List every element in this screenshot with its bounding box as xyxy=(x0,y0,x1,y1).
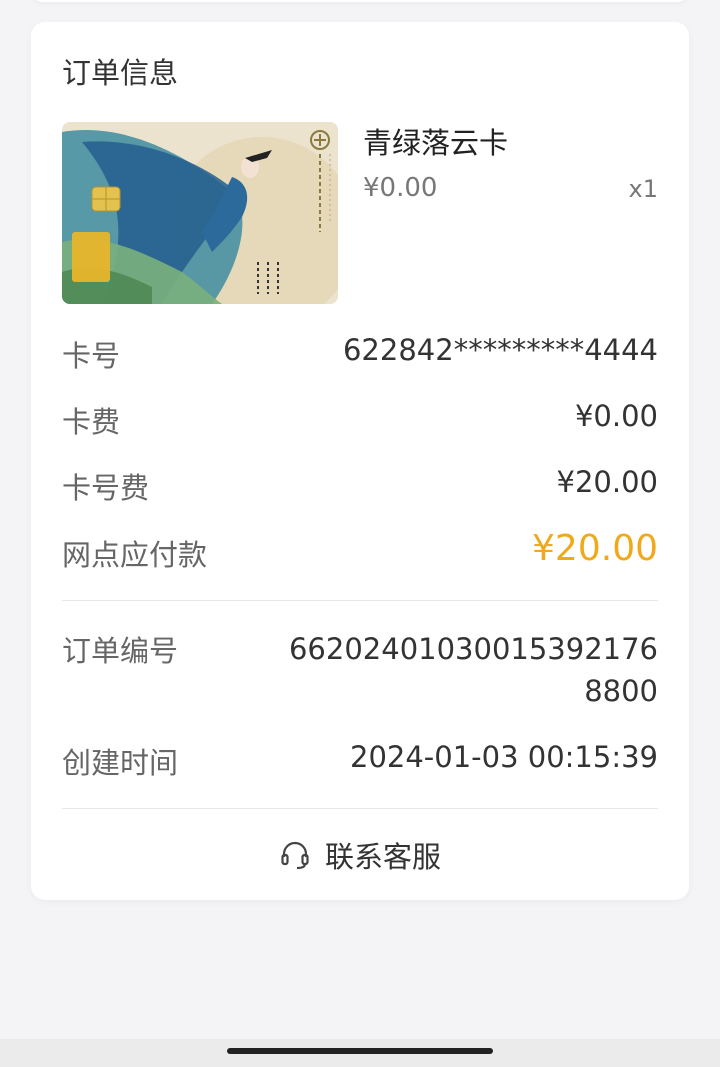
card-number-row: 卡号 622842*********4444 xyxy=(62,333,658,373)
amount-due-value: ¥20.00 xyxy=(532,528,658,569)
divider xyxy=(62,808,658,809)
contact-support-button[interactable]: 联系客服 xyxy=(31,832,689,878)
order-number-label: 订单编号 xyxy=(62,634,179,668)
divider xyxy=(62,600,658,601)
headset-icon xyxy=(279,839,311,871)
created-time-label: 创建时间 xyxy=(62,746,179,780)
bank-card-image xyxy=(62,122,338,304)
amount-due-label: 网点应付款 xyxy=(62,538,208,572)
product-name: 青绿落云卡 xyxy=(363,126,509,160)
card-fee-label: 卡费 xyxy=(62,405,121,439)
home-indicator[interactable] xyxy=(227,1048,493,1054)
card-fee-row: 卡费 ¥0.00 xyxy=(62,399,658,439)
created-time-row: 创建时间 2024-01-03 00:15:39 xyxy=(62,740,658,780)
previous-card xyxy=(31,0,689,2)
order-number-value: 662024010300153921768800 xyxy=(288,632,658,708)
contact-support-label: 联系客服 xyxy=(324,840,441,874)
section-title: 订单信息 xyxy=(62,56,179,90)
amount-due-row: 网点应付款 ¥20.00 xyxy=(62,528,658,572)
card-number-label: 卡号 xyxy=(62,339,121,373)
order-info-card: 订单信息 青绿落云卡 ¥0.00 x1 卡号 622842*********44… xyxy=(31,22,689,900)
number-fee-value: ¥20.00 xyxy=(556,465,658,499)
product-quantity: x1 xyxy=(628,175,658,203)
card-number-value: 622842*********4444 xyxy=(342,333,658,367)
number-fee-row: 卡号费 ¥20.00 xyxy=(62,465,658,505)
product-price: ¥0.00 xyxy=(363,173,438,203)
number-fee-label: 卡号费 xyxy=(62,471,150,505)
created-time-value: 2024-01-03 00:15:39 xyxy=(350,740,658,774)
order-number-row: 订单编号 662024010300153921768800 xyxy=(62,628,658,718)
card-fee-value: ¥0.00 xyxy=(574,399,658,433)
